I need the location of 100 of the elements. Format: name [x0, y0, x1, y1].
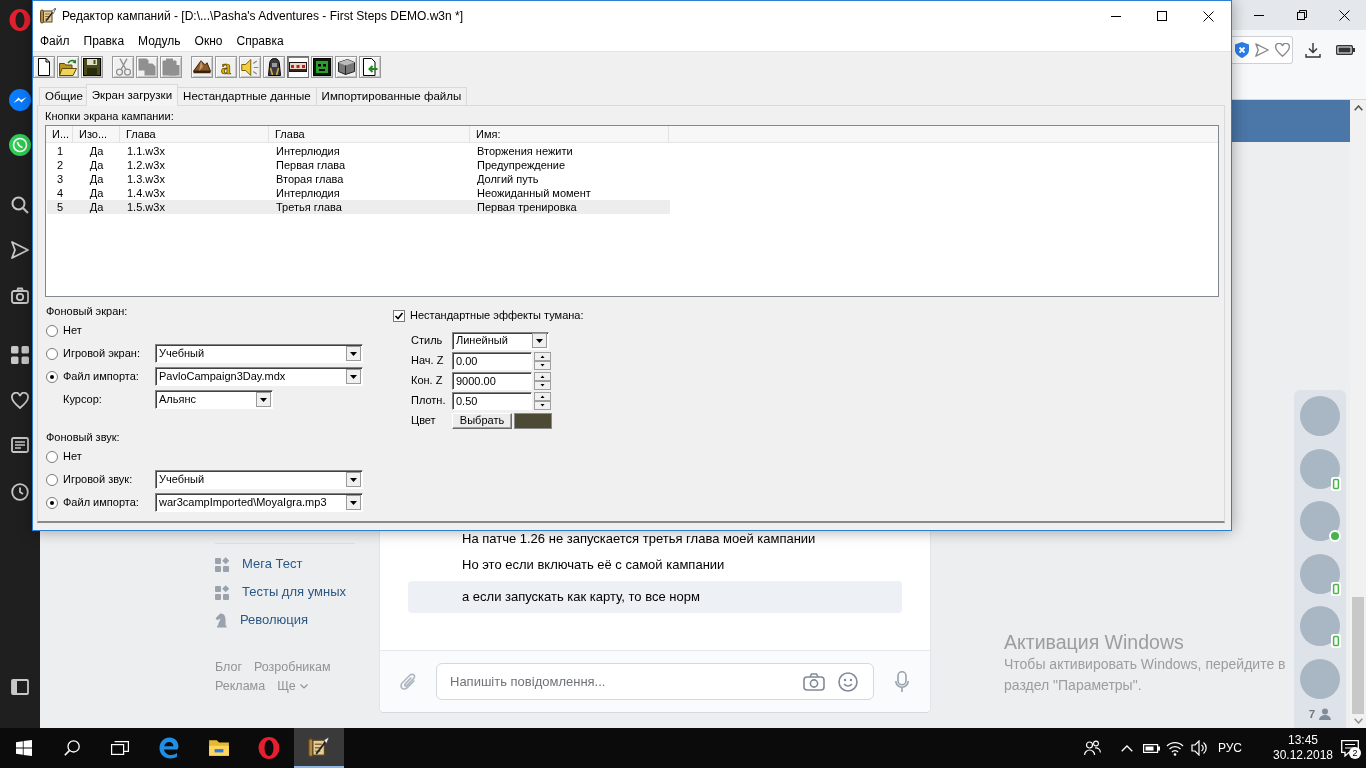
toolbar-button[interactable]: [57, 56, 79, 78]
close-icon: [1339, 9, 1350, 21]
activation-text: Чтобы активировать Windows, перейдите в раздел "Параметры".: [1004, 655, 1287, 695]
dropdown[interactable]: PavloCampaign3Day.mdx: [155, 367, 363, 386]
notification-button[interactable]: 2: [1334, 728, 1366, 768]
close-icon: [1202, 10, 1214, 22]
download-icon[interactable]: [1305, 42, 1321, 58]
toolbar-button[interactable]: [311, 56, 333, 78]
table-row[interactable]: 5 Да 1.5.w3x Третья глава Первая тренировка: [47, 200, 670, 214]
number-field[interactable]: 0.50: [452, 391, 532, 410]
apps-icon: [215, 584, 229, 600]
tab[interactable]: Импортированные файлы: [315, 87, 468, 105]
spin-arrows-icon[interactable]: [534, 391, 551, 410]
message[interactable]: а если запускать как карту, то все норм: [408, 581, 902, 613]
tab[interactable]: Экран загрузки: [85, 84, 179, 106]
dropdown[interactable]: Учебный: [155, 344, 363, 363]
message[interactable]: На патче 1.26 не запускается третья глава моей кампании: [462, 531, 816, 547]
scroll-up-icon[interactable]: [1353, 105, 1363, 111]
message[interactable]: Но это если включать её с самой кампании: [462, 557, 725, 573]
paperclip-icon[interactable]: [400, 672, 416, 691]
sidebar-link[interactable]: Тесты для умных: [215, 578, 346, 606]
checkbox-option[interactable]: Нестандартные эффекты тумана:: [393, 309, 584, 322]
phone-bubble-icon[interactable]: [9, 134, 31, 156]
battery-icon[interactable]: [1336, 45, 1355, 55]
toolbar-button[interactable]: [191, 56, 213, 78]
radio-option[interactable]: Нет: [46, 323, 82, 338]
chevron-up-icon: [1121, 744, 1133, 752]
menu-item[interactable]: Правка: [76, 31, 132, 51]
radio-option[interactable]: Файл импорта:: [46, 369, 139, 384]
dropdown[interactable]: Альянс: [155, 390, 273, 409]
table-cell-text: Да: [88, 144, 105, 158]
table-row[interactable]: 2 Да 1.2.w3x Первая глава Предупреждение: [47, 158, 670, 172]
search-icon[interactable]: [11, 196, 29, 214]
message-field[interactable]: Напишіть повідомлення...: [436, 663, 874, 700]
table-cell-text: Неожиданный момент: [476, 186, 592, 200]
toolbar-button[interactable]: [81, 56, 103, 78]
menu-item[interactable]: Модуль: [131, 31, 188, 51]
radio-option[interactable]: Нет: [46, 449, 82, 464]
heart-icon[interactable]: [11, 392, 29, 409]
scrollbar-thumb[interactable]: [1352, 597, 1364, 714]
tab[interactable]: Общие: [39, 87, 89, 105]
menu-item[interactable]: Окно: [187, 31, 230, 51]
toolbar-button[interactable]: [287, 56, 309, 78]
number-field[interactable]: 9000.00: [452, 371, 532, 390]
table-cell-text: 1: [55, 144, 65, 158]
menu-item[interactable]: Справка: [229, 31, 291, 51]
clock-button[interactable]: 13:45 30.12.2018: [1272, 728, 1334, 768]
scroll-down-icon[interactable]: [1353, 718, 1363, 724]
scroll-quill-icon: [308, 736, 330, 758]
sidebar-toggle-icon[interactable]: [11, 679, 29, 695]
spin-arrows-icon[interactable]: [534, 371, 551, 390]
table-cell-text: 1.4.w3x: [126, 186, 166, 200]
search-icon: [64, 740, 80, 756]
field-label: Нач. Z: [411, 354, 444, 368]
sidebar-link[interactable]: Мега Тест: [215, 550, 303, 578]
two-pages-icon: [138, 58, 156, 76]
table-row[interactable]: 1 Да 1.1.w3x Интерлюдия Вторжения нежити: [47, 144, 670, 158]
tab[interactable]: Нестандартные данные: [177, 87, 317, 105]
news-icon[interactable]: [11, 437, 29, 453]
notification-count: 2: [1349, 747, 1361, 759]
column-header[interactable]: Глава: [269, 126, 470, 142]
column-header[interactable]: Изо...: [73, 126, 120, 142]
online-count: 7: [1308, 707, 1316, 720]
smiley-icon[interactable]: [838, 672, 858, 692]
toolbar-button[interactable]: [263, 56, 285, 78]
dropdown[interactable]: Линейный: [452, 331, 549, 350]
sidebar-link[interactable]: Революция: [215, 606, 309, 634]
table-row[interactable]: 4 Да 1.4.w3x Интерлюдия Неожиданный момент: [47, 186, 670, 200]
grid-icon[interactable]: [11, 346, 29, 364]
table-cell-text: Долгий путь: [476, 172, 540, 186]
toolbar-button[interactable]: [33, 56, 55, 78]
column-header[interactable]: И...: [46, 126, 73, 142]
toolbar-button[interactable]: [359, 56, 381, 78]
dropdown[interactable]: war3campImported\MoyaIgra.mp3: [155, 493, 363, 512]
shield-icon[interactable]: [1235, 42, 1249, 58]
column-header[interactable]: Имя:: [470, 126, 669, 142]
column-header[interactable]: Глава: [120, 126, 269, 142]
radio-option[interactable]: Игровой экран:: [46, 346, 140, 361]
language-button[interactable]: РУС: [1213, 728, 1247, 768]
ring-logo-icon[interactable]: [9, 9, 31, 31]
radio-option[interactable]: Игровой звук:: [46, 472, 133, 487]
spin-arrows-icon[interactable]: [534, 351, 551, 370]
table-cell-text: 1.1.w3x: [126, 144, 166, 158]
toolbar-button[interactable]: [335, 56, 357, 78]
number-field[interactable]: 0.00: [452, 351, 532, 370]
dropdown[interactable]: Учебный: [155, 470, 363, 489]
radio-option[interactable]: Файл импорта:: [46, 495, 139, 510]
open-folder-icon: [59, 58, 77, 76]
lightning-bubble-icon[interactable]: [9, 89, 31, 111]
clock-icon[interactable]: [11, 483, 29, 501]
field-label: Плотн.: [411, 394, 446, 408]
taskbar-app-button[interactable]: [294, 728, 344, 768]
send-icon[interactable]: [11, 241, 29, 259]
address-field[interactable]: [1232, 36, 1293, 64]
clipboard-icon: [162, 58, 180, 76]
scrollbar[interactable]: [1350, 100, 1366, 728]
choose-button[interactable]: Выбрать: [452, 412, 512, 429]
table-row[interactable]: 3 Да 1.3.w3x Вторая глава Долгий путь: [47, 172, 670, 186]
menu-item[interactable]: Файл: [33, 31, 77, 51]
camera-icon[interactable]: [11, 287, 29, 304]
